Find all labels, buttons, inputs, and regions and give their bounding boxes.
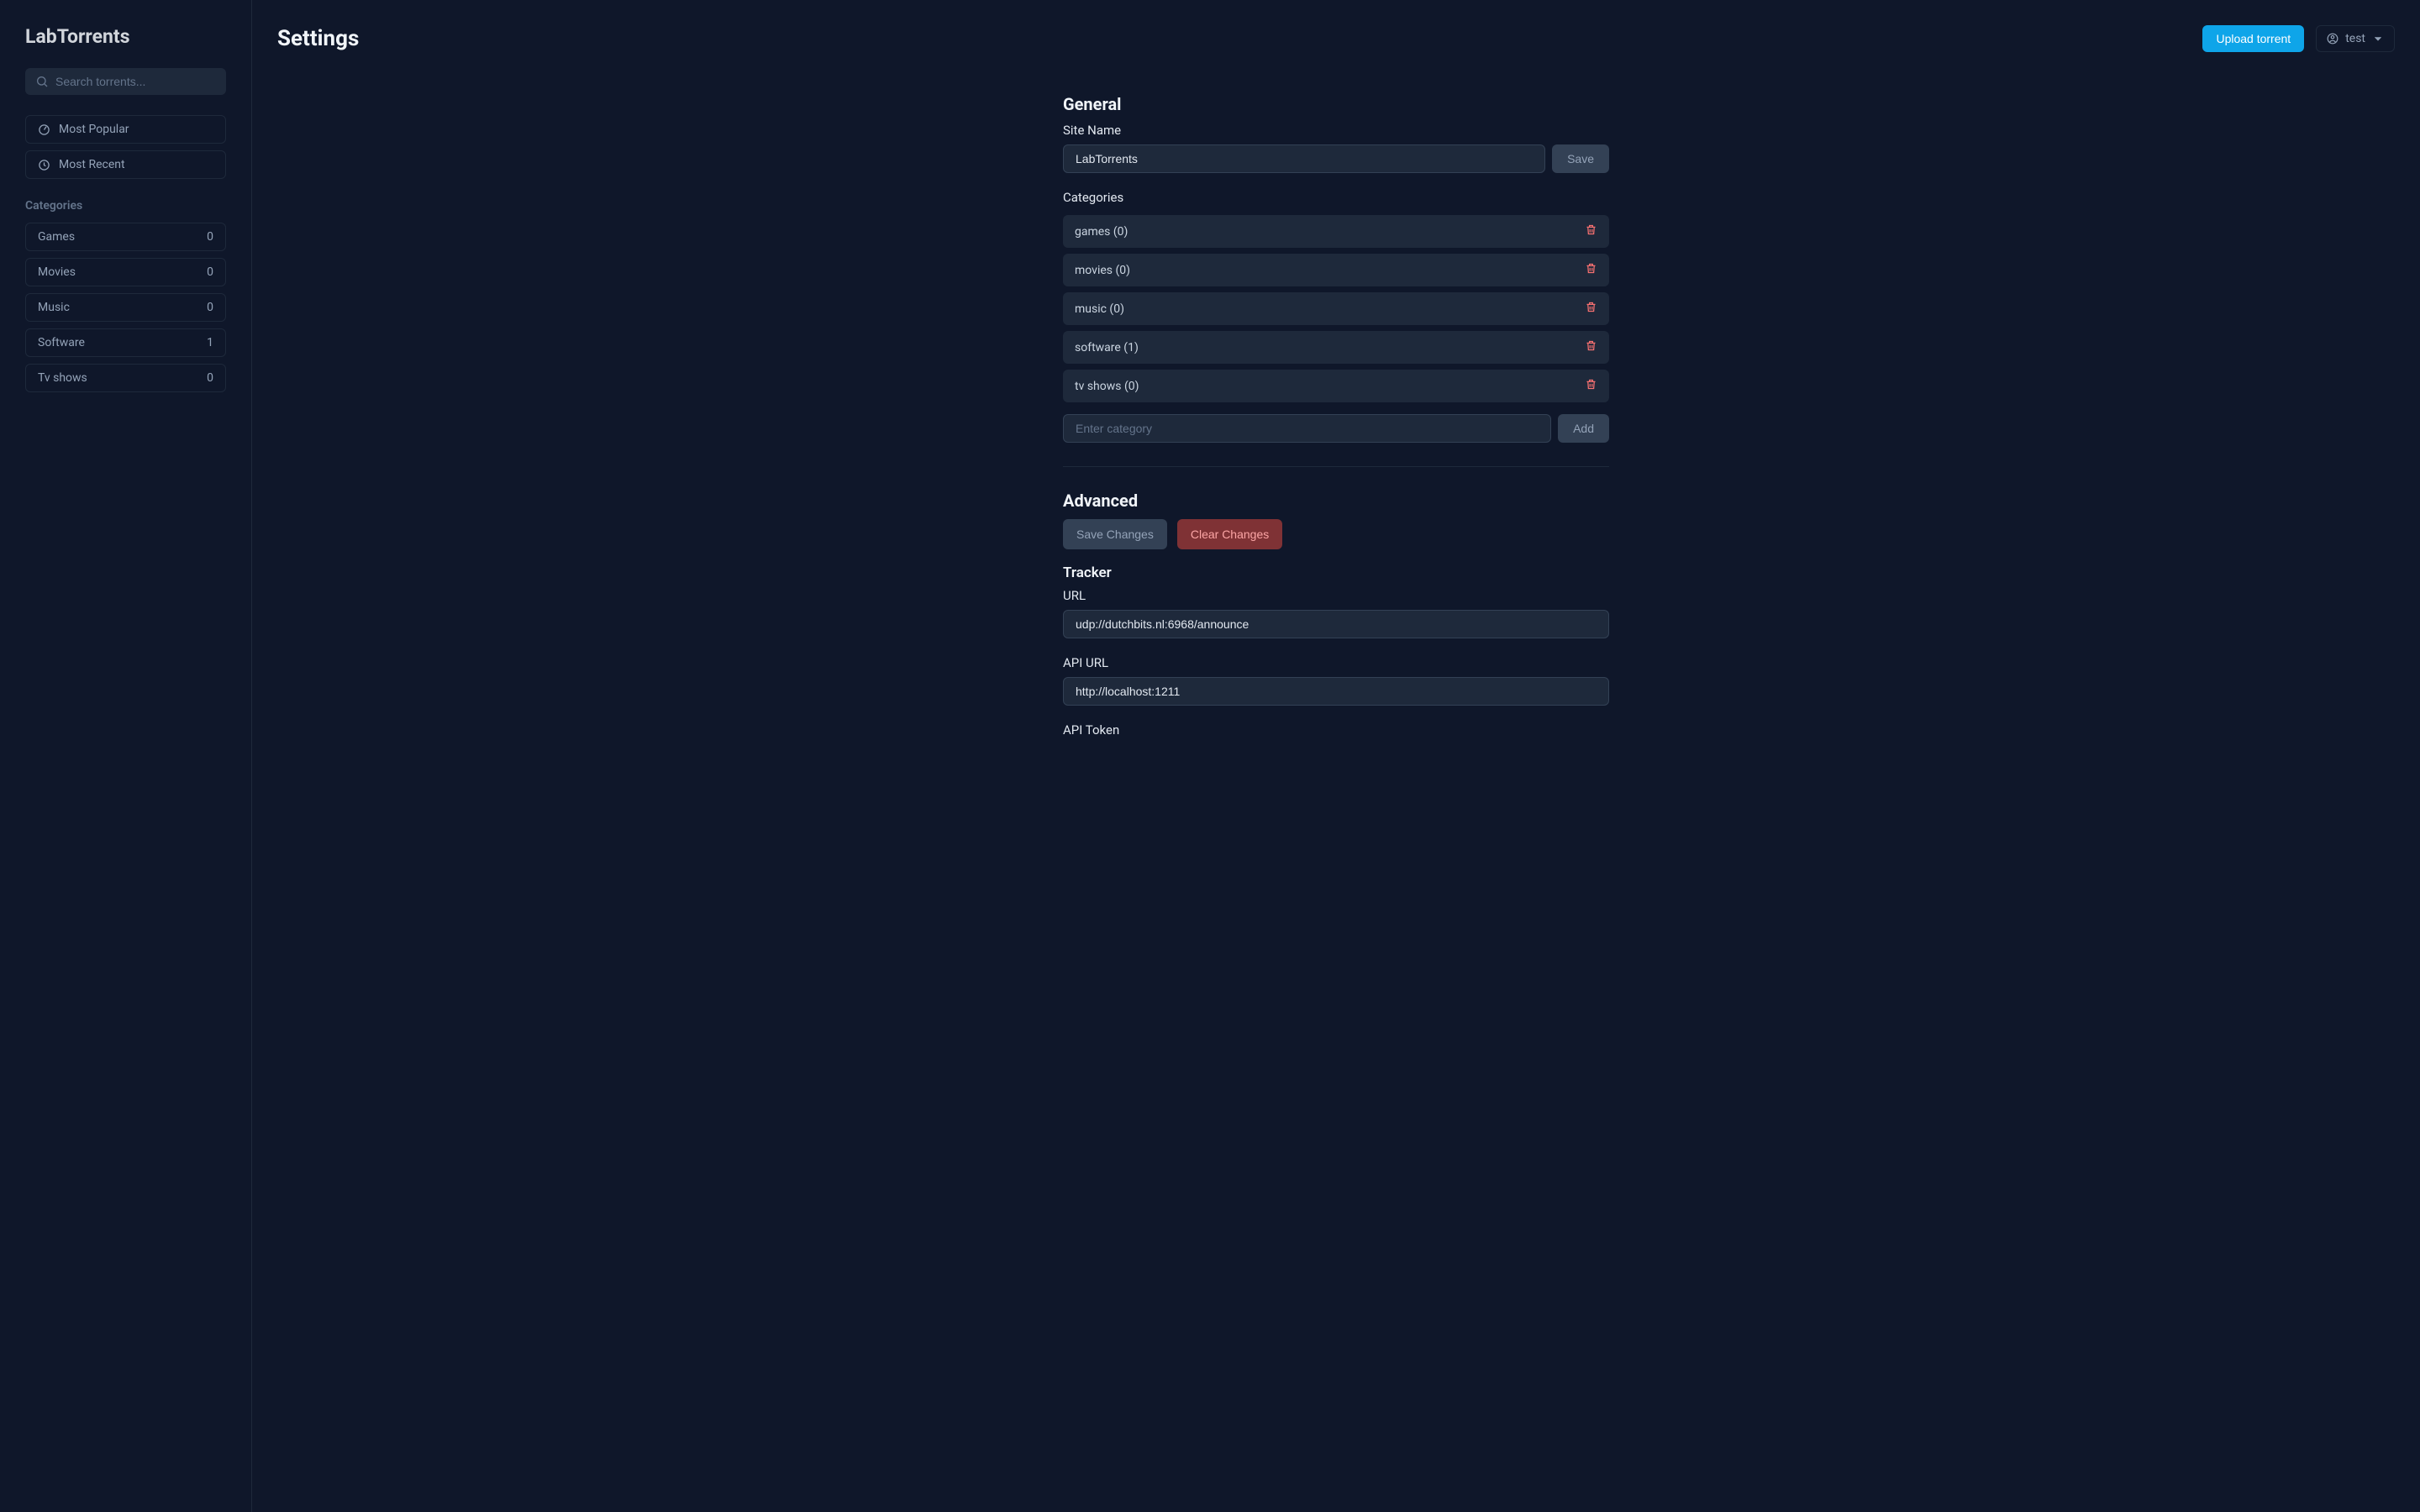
nav-group: Most Popular Most Recent <box>25 115 226 179</box>
category-row: software (1) <box>1063 331 1609 364</box>
nav-most-recent[interactable]: Most Recent <box>25 150 226 179</box>
site-name-label: Site Name <box>1063 123 1609 138</box>
sidebar-categories: Categories Games 0 Movies 0 Music 0 Soft… <box>25 199 226 392</box>
upload-torrent-button[interactable]: Upload torrent <box>2202 25 2304 52</box>
category-name: software (1) <box>1075 341 1139 354</box>
brand-title[interactable]: LabTorrents <box>25 25 226 48</box>
advanced-actions: Save Changes Clear Changes <box>1063 519 1609 549</box>
category-count: 0 <box>207 230 213 244</box>
sidebar-category-item[interactable]: Music 0 <box>25 293 226 322</box>
api-url-label: API URL <box>1063 655 1609 670</box>
tracker-title: Tracker <box>1063 564 1609 581</box>
categories-heading: Categories <box>25 199 226 213</box>
sidebar-category-item[interactable]: Software 1 <box>25 328 226 357</box>
trash-icon <box>1585 262 1597 275</box>
user-menu[interactable]: test <box>2316 25 2395 52</box>
category-name: tv shows (0) <box>1075 380 1139 393</box>
sidebar: LabTorrents Most Popular Most Recent Cat… <box>0 0 252 1512</box>
gauge-icon <box>38 123 50 136</box>
api-token-field: API Token <box>1063 722 1609 738</box>
tracker-url-field: URL <box>1063 588 1609 638</box>
page-title: Settings <box>277 26 359 51</box>
user-icon <box>2327 33 2338 45</box>
sidebar-category-item[interactable]: Games 0 <box>25 223 226 251</box>
topbar-actions: Upload torrent test <box>2202 25 2395 52</box>
site-name-input[interactable] <box>1063 144 1545 173</box>
category-row: music (0) <box>1063 292 1609 325</box>
tracker-url-input[interactable] <box>1063 610 1609 638</box>
category-label: Games <box>38 230 75 244</box>
main: Settings Upload torrent test General Sit… <box>252 0 2420 1512</box>
category-label: Movies <box>38 265 76 279</box>
sidebar-category-item[interactable]: Tv shows 0 <box>25 364 226 392</box>
search-input[interactable] <box>25 68 226 95</box>
delete-category-button[interactable] <box>1585 262 1597 278</box>
category-count: 0 <box>207 371 213 385</box>
category-label: Music <box>38 301 70 314</box>
category-count: 0 <box>207 301 213 314</box>
clock-icon <box>38 159 50 171</box>
category-name: movies (0) <box>1075 264 1130 277</box>
add-category-input[interactable] <box>1063 414 1551 443</box>
nav-item-label: Most Popular <box>59 123 129 136</box>
save-changes-button[interactable]: Save Changes <box>1063 519 1167 549</box>
clear-changes-button[interactable]: Clear Changes <box>1177 519 1282 549</box>
category-count: 0 <box>207 265 213 279</box>
delete-category-button[interactable] <box>1585 378 1597 394</box>
category-row: games (0) <box>1063 215 1609 248</box>
topbar: Settings Upload torrent test <box>277 25 2395 52</box>
delete-category-button[interactable] <box>1585 301 1597 317</box>
category-row: tv shows (0) <box>1063 370 1609 402</box>
delete-category-button[interactable] <box>1585 339 1597 355</box>
chevron-down-icon <box>2372 33 2384 45</box>
divider <box>1063 466 1609 467</box>
category-name: games (0) <box>1075 225 1128 239</box>
api-token-label: API Token <box>1063 722 1609 738</box>
category-row: movies (0) <box>1063 254 1609 286</box>
api-url-input[interactable] <box>1063 677 1609 706</box>
trash-icon <box>1585 223 1597 236</box>
save-button[interactable]: Save <box>1552 144 1609 173</box>
nav-most-popular[interactable]: Most Popular <box>25 115 226 144</box>
site-name-field: Site Name Save <box>1063 123 1609 173</box>
trash-icon <box>1585 301 1597 313</box>
add-category-button[interactable]: Add <box>1558 414 1609 443</box>
category-label: Software <box>38 336 85 349</box>
category-count: 1 <box>207 336 213 349</box>
settings-body: General Site Name Save Categories games … <box>1063 94 1609 738</box>
category-list: Games 0 Movies 0 Music 0 Software 1 Tv s… <box>25 223 226 392</box>
categories-section: Categories games (0) movies (0) music (0… <box>1063 190 1609 443</box>
category-label: Tv shows <box>38 371 87 385</box>
url-label: URL <box>1063 588 1609 603</box>
trash-icon <box>1585 339 1597 352</box>
sidebar-category-item[interactable]: Movies 0 <box>25 258 226 286</box>
user-name: test <box>2345 32 2365 45</box>
search-wrap <box>25 68 226 95</box>
advanced-title: Advanced <box>1063 491 1609 511</box>
category-name: music (0) <box>1075 302 1124 316</box>
search-icon <box>35 75 49 88</box>
categories-label: Categories <box>1063 190 1609 205</box>
trash-icon <box>1585 378 1597 391</box>
api-url-field: API URL <box>1063 655 1609 706</box>
delete-category-button[interactable] <box>1585 223 1597 239</box>
nav-item-label: Most Recent <box>59 158 125 171</box>
general-title: General <box>1063 94 1609 114</box>
